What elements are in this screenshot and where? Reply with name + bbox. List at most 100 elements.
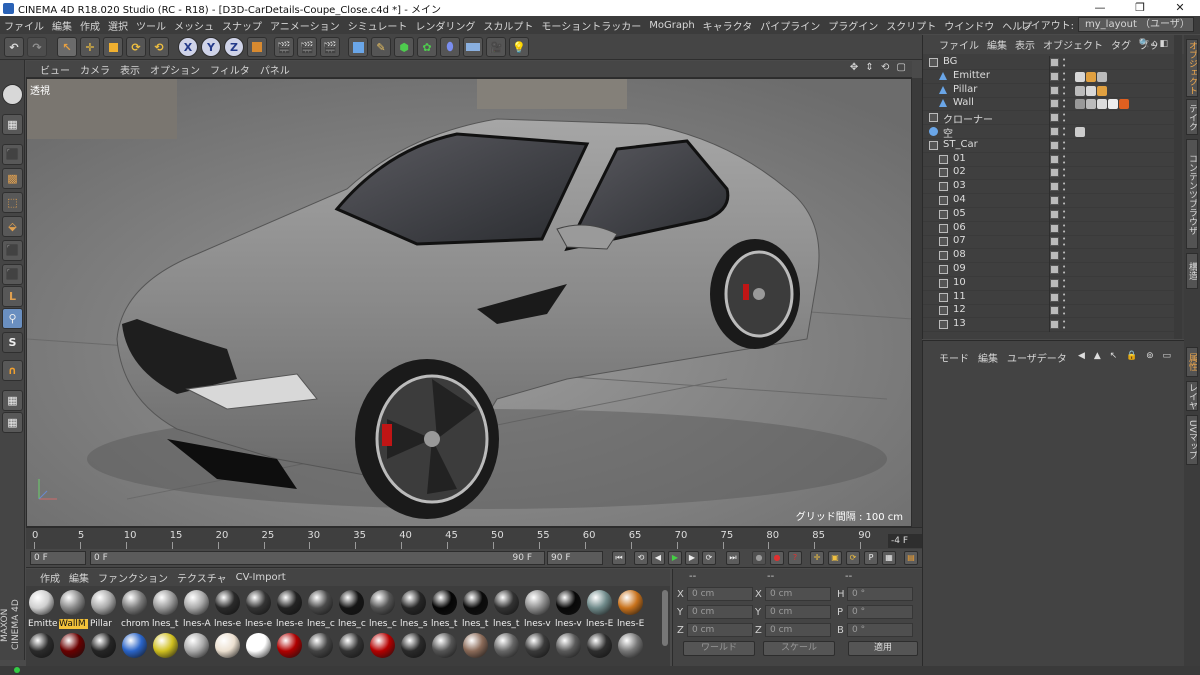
visibility-toggle-icon[interactable] xyxy=(1050,113,1059,123)
material-swatch[interactable]: lnes-E xyxy=(586,590,613,629)
material-swatch[interactable]: lnes-v xyxy=(524,590,551,629)
material-swatch[interactable]: chrom xyxy=(121,590,149,629)
menu-item-4[interactable]: ツール xyxy=(136,18,166,33)
viewport-scrollbar[interactable] xyxy=(912,78,922,527)
coord-value-field[interactable]: 0 cm xyxy=(687,587,753,601)
menu-item-10[interactable]: スカルプト xyxy=(483,18,533,33)
render-dots-icon[interactable]: • • xyxy=(1062,84,1066,97)
coordinate-system-icon[interactable] xyxy=(247,37,267,57)
workplane-icon[interactable]: L xyxy=(2,286,23,307)
viewport-menu-0[interactable]: ビュー xyxy=(40,62,70,77)
locked-workplane-icon[interactable]: ▦ xyxy=(2,390,23,411)
material-swatch[interactable]: WallM xyxy=(59,590,88,629)
object-axis-mode-icon[interactable]: ⬛ xyxy=(2,264,23,285)
record-keys-button[interactable]: ● xyxy=(752,551,766,565)
material-swatch[interactable] xyxy=(400,633,427,663)
material-swatch[interactable] xyxy=(307,633,334,663)
attribute-menu-2[interactable]: ユーザデータ xyxy=(1007,350,1067,365)
layout-selector[interactable]: レイアウト: my_layout （ユーザ） xyxy=(1021,17,1194,32)
material-swatch[interactable] xyxy=(90,633,117,663)
maximize-button[interactable]: ❐ xyxy=(1120,0,1160,16)
visibility-toggle-icon[interactable] xyxy=(1050,278,1059,288)
render-dots-icon[interactable]: • • xyxy=(1062,57,1066,70)
material-tag-icon[interactable] xyxy=(1108,99,1118,110)
menu-item-13[interactable]: キャラクタ xyxy=(703,18,753,33)
viewport-menu-5[interactable]: パネル xyxy=(260,62,290,77)
model-mode-icon[interactable]: ⬛ xyxy=(2,144,23,165)
light-icon[interactable]: 💡 xyxy=(509,37,529,57)
menu-item-7[interactable]: アニメーション xyxy=(270,18,340,33)
material-swatch[interactable] xyxy=(555,633,582,663)
menu-item-3[interactable]: 選択 xyxy=(108,18,128,33)
material-swatch[interactable] xyxy=(28,633,55,663)
material-menu-0[interactable]: 作成 xyxy=(40,570,60,585)
visibility-toggle-icon[interactable] xyxy=(1050,99,1059,109)
visibility-toggle-icon[interactable] xyxy=(1050,85,1059,95)
render-dots-icon[interactable]: • • xyxy=(1062,236,1066,249)
recent-tool-icon[interactable]: ⟲ xyxy=(149,37,169,57)
key-scale-button[interactable]: ▣ xyxy=(828,551,842,565)
material-swatch[interactable]: lnes_t xyxy=(152,590,179,629)
apply-button[interactable]: 適用 xyxy=(848,641,918,656)
layout-dropdown[interactable]: my_layout （ユーザ） xyxy=(1078,17,1194,32)
material-swatch[interactable] xyxy=(59,633,86,663)
right-tab-top-2[interactable]: コンテンツブラウザ xyxy=(1186,139,1198,249)
right-tab-top-1[interactable]: テイク xyxy=(1186,99,1198,135)
visibility-toggle-icon[interactable] xyxy=(1050,182,1059,192)
material-swatch[interactable] xyxy=(183,633,210,663)
live-selection-icon[interactable]: ↖ xyxy=(57,37,77,57)
viewport-navigation-icons[interactable]: ✥ ⇕ ⟲ ▢ xyxy=(850,62,908,73)
material-tag-icon[interactable] xyxy=(1075,85,1085,96)
visibility-toggle-icon[interactable] xyxy=(1050,168,1059,178)
material-swatch[interactable]: Pillar xyxy=(90,590,117,629)
coord-value-field[interactable]: 0 ° xyxy=(847,605,913,619)
close-button[interactable]: ✕ xyxy=(1160,0,1200,16)
right-tab-bottom-0[interactable]: 属性 xyxy=(1186,347,1198,377)
viewport-menu-3[interactable]: オプション xyxy=(150,62,200,77)
coord-value-field[interactable]: 0 cm xyxy=(687,605,753,619)
key-pla-button[interactable]: ▦ xyxy=(882,551,896,565)
coord-value-field[interactable]: 0 ° xyxy=(847,587,913,601)
material-swatch[interactable] xyxy=(617,633,644,663)
visibility-toggle-icon[interactable] xyxy=(1050,251,1059,261)
z-axis-lock-button[interactable]: Z xyxy=(224,37,244,57)
planar-workplane-icon[interactable]: ▦ xyxy=(2,412,23,433)
min-frame-field[interactable]: 0 F xyxy=(30,551,86,565)
coord-value-field[interactable]: 0 ° xyxy=(847,623,913,637)
right-tab-top-0[interactable]: オブジェクト xyxy=(1186,39,1198,97)
make-editable-icon[interactable] xyxy=(2,84,23,105)
material-tag-icon[interactable] xyxy=(1075,99,1085,110)
menu-item-2[interactable]: 作成 xyxy=(80,18,100,33)
visibility-toggle-icon[interactable] xyxy=(1050,265,1059,274)
texture-mode-icon[interactable]: ▦ xyxy=(2,114,23,135)
object-menu-0[interactable]: ファイル xyxy=(939,37,979,52)
render-dots-icon[interactable]: • • xyxy=(1062,70,1066,83)
rotate-tool-icon[interactable]: ⟳ xyxy=(126,37,146,57)
menu-item-0[interactable]: ファイル xyxy=(4,18,44,33)
coord-value-field[interactable]: 0 cm xyxy=(765,587,831,601)
y-axis-lock-button[interactable]: Y xyxy=(201,37,221,57)
render-picture-viewer-icon[interactable]: 🎬 xyxy=(297,37,317,57)
material-swatch[interactable]: lnes_c xyxy=(338,590,366,629)
cube-primitive-icon[interactable] xyxy=(348,37,368,57)
camera-icon[interactable]: 🎥 xyxy=(486,37,506,57)
render-dots-icon[interactable]: • • xyxy=(1062,112,1066,125)
visibility-toggle-icon[interactable] xyxy=(1050,306,1059,316)
visibility-toggle-icon[interactable] xyxy=(1050,140,1059,150)
play-button[interactable]: ▶ xyxy=(668,551,682,565)
object-menu-2[interactable]: 表示 xyxy=(1015,37,1035,52)
menu-item-14[interactable]: パイプライン xyxy=(760,18,820,33)
scale-mode-dropdown[interactable]: スケール xyxy=(763,641,835,656)
go-to-end-button[interactable]: ⏭ xyxy=(726,551,740,565)
x-axis-lock-button[interactable]: X xyxy=(178,37,198,57)
timeline-window-button[interactable]: ▤ xyxy=(904,551,918,565)
deformer-icon[interactable]: ⬮ xyxy=(440,37,460,57)
material-tag-icon[interactable] xyxy=(1097,85,1107,96)
render-dots-icon[interactable]: • • xyxy=(1062,222,1066,235)
render-dots-icon[interactable]: • • xyxy=(1062,291,1066,304)
attribute-menu-1[interactable]: 編集 xyxy=(978,350,998,365)
current-frame-field[interactable]: -4 F xyxy=(888,534,922,548)
render-dots-icon[interactable]: • • xyxy=(1062,153,1066,166)
3d-viewport[interactable]: 透視 グリッド間隔 : 100 cm xyxy=(26,78,912,527)
material-swatch[interactable]: lnes-A xyxy=(183,590,211,629)
